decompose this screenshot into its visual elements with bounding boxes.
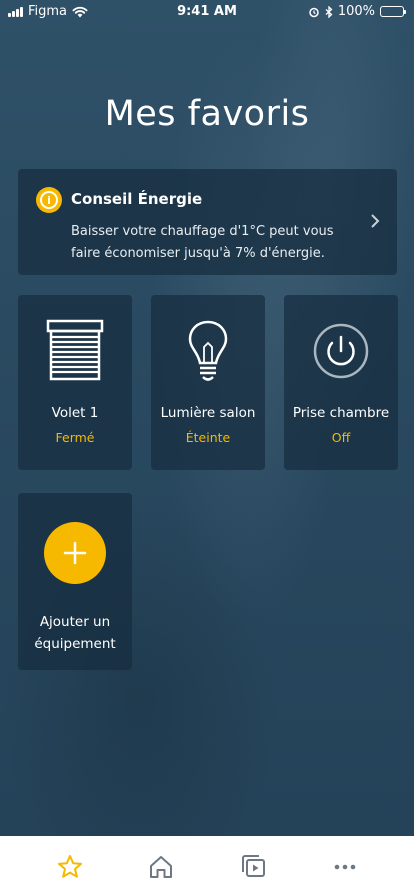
plus-icon — [63, 541, 87, 565]
device-state: Éteinte — [185, 430, 231, 445]
status-bar: Figma 9:41 AM 100% — [0, 0, 414, 24]
info-icon: i — [36, 187, 62, 213]
chevron-right-icon — [371, 214, 380, 228]
device-state: Off — [331, 430, 351, 445]
device-tile-volet[interactable]: Volet 1 Fermé — [18, 295, 132, 470]
device-state: Fermé — [55, 430, 95, 445]
tab-favoris[interactable] — [55, 852, 85, 882]
lightbulb-icon — [151, 319, 265, 383]
energy-tip-card[interactable]: i Conseil Énergie Baisser votre chauffag… — [18, 169, 397, 275]
battery-percent: 100% — [337, 4, 375, 19]
device-tile-lumiere[interactable]: Lumière salon Éteinte — [151, 295, 265, 470]
add-device-button[interactable] — [44, 522, 106, 584]
tab-home[interactable] — [146, 852, 176, 882]
device-name: Lumière salon — [160, 405, 256, 421]
device-tile-prise[interactable]: Prise chambre Off — [284, 295, 398, 470]
star-icon — [58, 855, 82, 878]
home-icon — [150, 856, 172, 878]
battery-icon — [380, 6, 406, 17]
add-device-label: Ajouter un équipement — [34, 614, 116, 652]
more-icon — [334, 864, 356, 870]
alarm-icon — [309, 7, 319, 17]
bluetooth-icon — [325, 5, 333, 18]
device-name: Volet 1 — [51, 405, 99, 421]
media-icon — [242, 855, 265, 877]
power-icon — [284, 319, 398, 383]
shutter-icon — [18, 319, 132, 383]
tab-more[interactable] — [330, 852, 360, 882]
add-device-tile[interactable]: Ajouter un équipement — [18, 493, 132, 670]
tab-media[interactable] — [238, 852, 268, 882]
energy-tip-title: Conseil Énergie — [71, 190, 203, 208]
page-title: Mes favoris — [104, 94, 310, 134]
device-name: Prise chambre — [292, 405, 390, 421]
status-right: 100% — [308, 4, 406, 19]
tab-bar — [0, 836, 414, 896]
energy-tip-text: Baisser votre chauffage d'1°C peut vous … — [71, 224, 334, 261]
